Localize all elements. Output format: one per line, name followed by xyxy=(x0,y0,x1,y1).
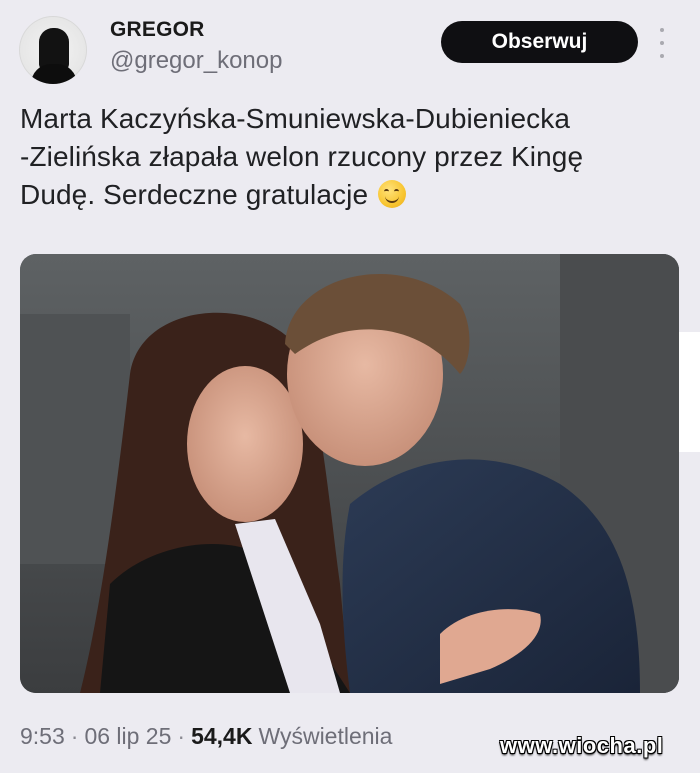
site-watermark: www.wiocha.pl xyxy=(500,733,664,758)
user-handle[interactable]: @gregor_konop xyxy=(110,47,282,75)
edge-strip xyxy=(679,332,700,452)
display-name[interactable]: GREGOR xyxy=(110,18,205,42)
tweet-photo[interactable] xyxy=(20,254,679,693)
more-options-icon[interactable] xyxy=(654,28,670,58)
tweet-time[interactable]: 9:53 xyxy=(20,723,65,749)
tweet-text-content: Marta Kaczyńska-Smuniewska-Dubieniecka -… xyxy=(20,103,584,210)
follow-button[interactable]: Obserwuj xyxy=(441,21,638,63)
views-count[interactable]: 54,4K xyxy=(191,723,252,749)
tweet-date[interactable]: 06 lip 25 xyxy=(84,723,171,749)
more-dot xyxy=(660,54,664,58)
photo-illustration xyxy=(20,254,679,693)
meta-separator: · xyxy=(70,723,79,749)
smiling-face-icon xyxy=(378,180,407,208)
more-dot xyxy=(660,41,664,45)
tweet-meta: 9:53 · 06 lip 25 · 54,4K Wyświetlenia xyxy=(20,723,392,750)
tweet-text: Marta Kaczyńska-Smuniewska-Dubieniecka -… xyxy=(20,100,685,214)
avatar-figure-base xyxy=(31,64,77,84)
meta-separator: · xyxy=(177,723,186,749)
more-dot xyxy=(660,28,664,32)
views-label[interactable]: Wyświetlenia xyxy=(258,723,392,749)
avatar[interactable] xyxy=(19,16,87,84)
